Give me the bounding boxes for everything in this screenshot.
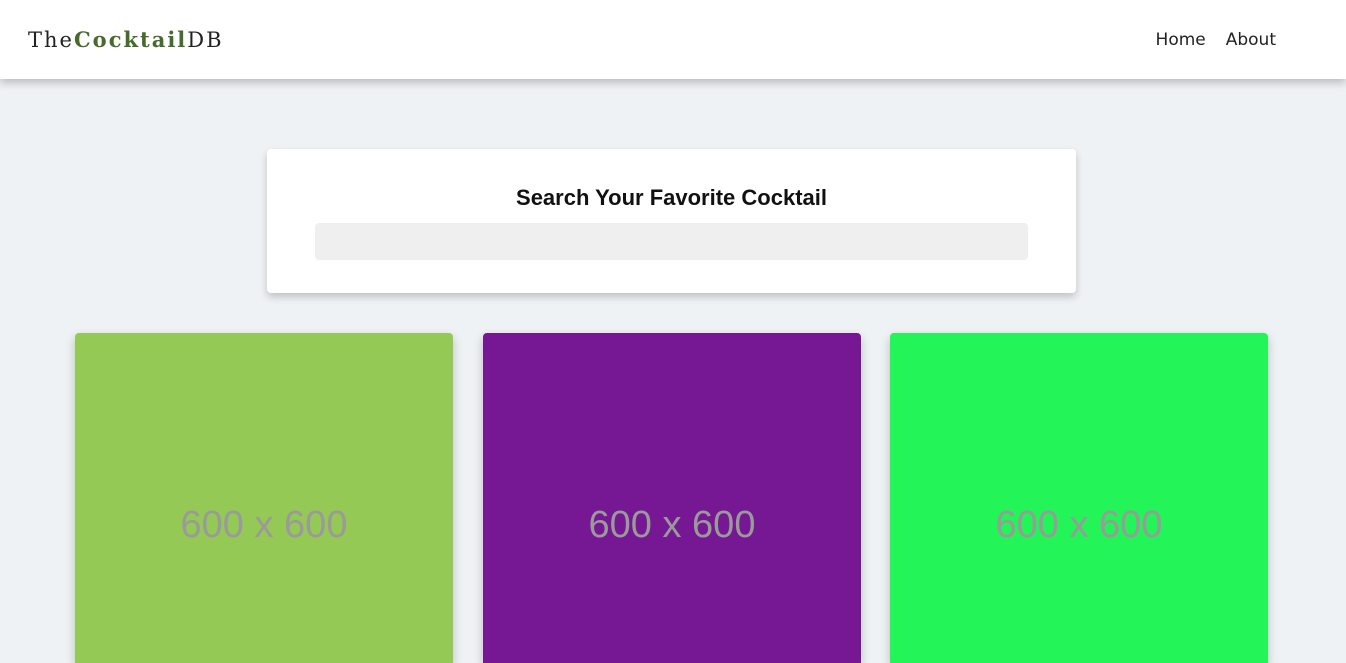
logo-suffix: DB xyxy=(187,28,224,52)
placeholder-image-text: 600 x 600 xyxy=(588,504,756,546)
search-title: Search Your Favorite Cocktail xyxy=(516,185,827,210)
nav-link-home[interactable]: Home xyxy=(1156,29,1206,51)
logo-prefix: The xyxy=(28,28,74,52)
nav-links: Home About xyxy=(1156,29,1276,51)
logo-link[interactable]: TheCocktailDB xyxy=(28,27,224,53)
nav-link-about[interactable]: About xyxy=(1226,29,1276,51)
navbar: TheCocktailDB Home About xyxy=(0,0,1346,79)
search-input[interactable] xyxy=(315,223,1028,260)
search-card: Search Your Favorite Cocktail xyxy=(267,149,1076,293)
placeholder-image-text: 600 x 600 xyxy=(995,504,1163,546)
logo-brand: Cocktail xyxy=(73,27,188,52)
placeholder-image-text: 600 x 600 xyxy=(180,504,348,546)
cocktail-card-3[interactable]: 600 x 600 xyxy=(890,333,1268,663)
cocktail-card-2[interactable]: 600 x 600 xyxy=(483,333,861,663)
cocktail-card-1[interactable]: 600 x 600 xyxy=(75,333,453,663)
